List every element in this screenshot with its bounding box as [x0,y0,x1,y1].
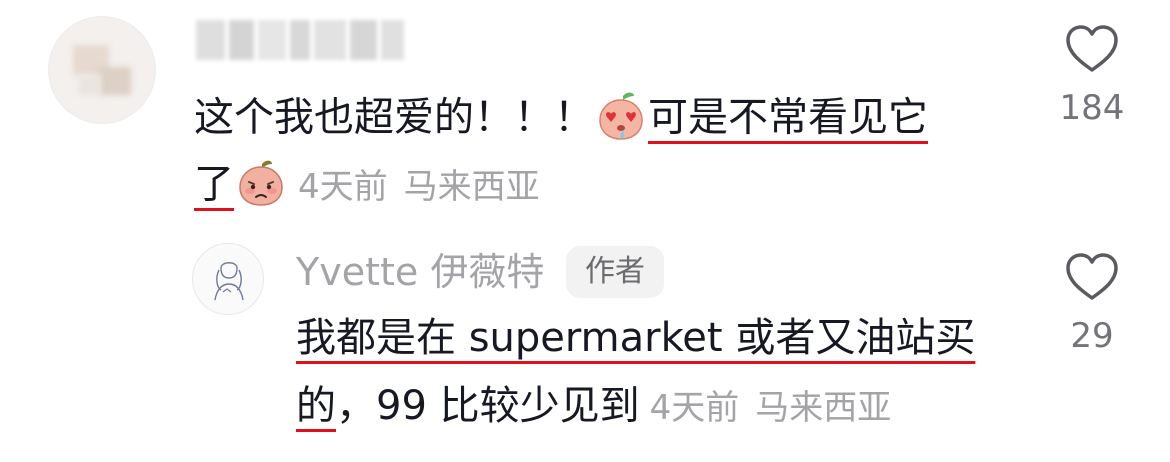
reply-like-count: 29 [1070,316,1114,356]
reply-like-button[interactable] [1064,252,1120,306]
comment-text-line2: 了 4天前 马来西亚 [194,158,540,215]
comment-text-underlined: 可是不常看见它 [648,94,928,141]
reply-time: 4天前 [649,388,740,428]
comment-time: 4天前 [298,166,388,207]
reply-text-line1: 我都是在 supermarket 或者又油站买 [296,318,975,358]
comment-like-count: 184 [1059,88,1125,128]
reply-text: ，99 比较少见到 [336,383,640,429]
commenter-avatar[interactable] [48,16,156,124]
comment-text-underlined-end: 了 [194,161,234,208]
reply-text-line2: 的，99 比较少见到 4天前 马来西亚 [296,386,891,428]
comment-text: 这个我也超爱的！！！ [194,94,594,141]
commenter-username-blurred[interactable] [196,20,404,60]
comment-location: 马来西亚 [403,166,540,207]
comment-like-button[interactable] [1064,24,1120,78]
heart-outline-icon [1066,253,1118,300]
reply-text-underlined-end: 的 [296,383,336,429]
author-avatar[interactable] [192,243,264,315]
author-badge: 作者 [566,246,664,298]
heart-eyes-peach-emoji [596,90,646,149]
reply-text-underlined: 我都是在 supermarket 或者又油站买 [296,315,976,361]
heart-outline-icon [1066,25,1118,72]
sad-peach-emoji [236,158,286,215]
reply-location: 马来西亚 [755,388,892,428]
author-name[interactable]: Yvette 伊薇特 [296,250,544,294]
comment-text-line1: 这个我也超爱的！！！ 可是不常看见它 [194,90,928,149]
